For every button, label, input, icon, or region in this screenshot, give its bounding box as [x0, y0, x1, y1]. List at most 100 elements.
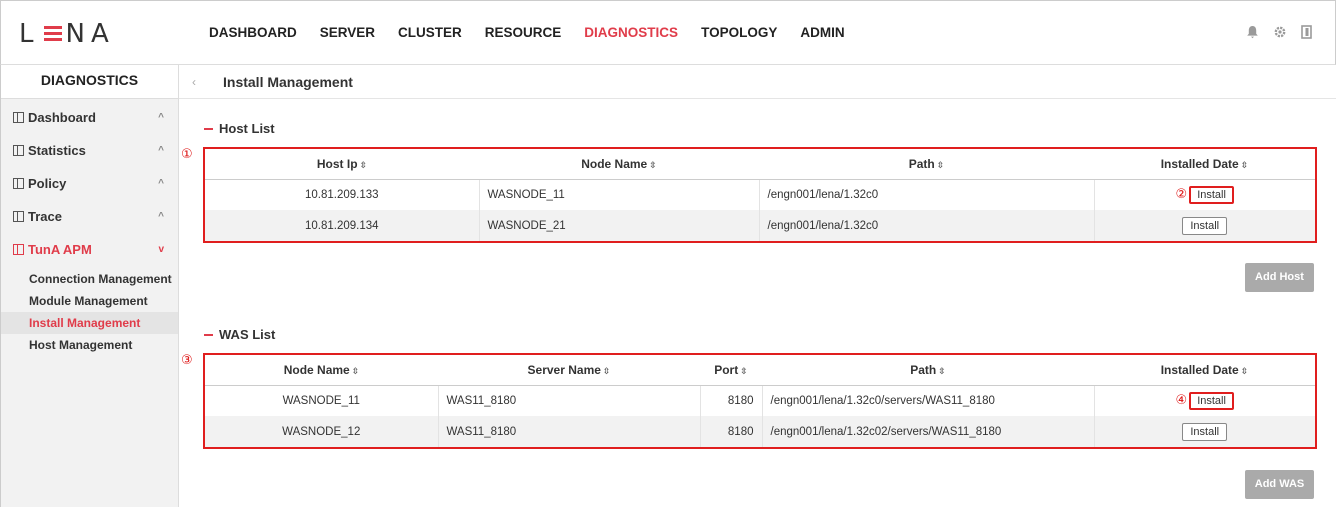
- panel-icon: [13, 211, 24, 222]
- nav-topology[interactable]: TOPOLOGY: [701, 25, 777, 40]
- sidebar-group-statistics[interactable]: Statistics ^: [1, 134, 178, 167]
- chevron-up-icon[interactable]: ^: [158, 211, 164, 222]
- sidebar-group-label: Policy: [28, 176, 67, 191]
- table-row: 10.81.209.133 WASNODE_11 /engn001/lena/1…: [205, 179, 1315, 210]
- sidebar-group-dashboard[interactable]: Dashboard ^: [1, 101, 178, 134]
- cell-path: /engn001/lena/1.32c02/servers/WAS11_8180: [762, 416, 1095, 447]
- install-button[interactable]: Install: [1182, 422, 1228, 441]
- panel-icon: [13, 112, 24, 123]
- install-button[interactable]: Install: [1189, 391, 1234, 410]
- chevron-up-icon[interactable]: ^: [158, 145, 164, 156]
- was-table: Node Name ⇳ Server Name ⇳ Port ⇳ Path ⇳ Inst…: [203, 353, 1317, 449]
- sidebar-group-label: Trace: [28, 209, 62, 224]
- add-was-button[interactable]: Add WAS: [1245, 470, 1314, 499]
- chevron-down-icon[interactable]: v: [158, 244, 164, 255]
- top-bar: L NA DASHBOARD SERVER CLUSTER RESOURCE D…: [0, 0, 1336, 65]
- cell-node-name: WASNODE_21: [479, 210, 760, 241]
- cell-node-name: WASNODE_11: [205, 385, 439, 416]
- table-row: WASNODE_11 WAS11_8180 8180 /engn001/lena…: [205, 385, 1315, 416]
- table-row: WASNODE_12 WAS11_8180 8180 /engn001/lena…: [205, 416, 1315, 447]
- sidebar-title: DIAGNOSTICS: [1, 65, 178, 99]
- col-header-host-ip[interactable]: Host Ip ⇳: [205, 149, 479, 180]
- was-list-title: WAS List: [204, 327, 275, 342]
- sort-icon: ⇳: [649, 159, 657, 170]
- sort-icon: ⇳: [351, 365, 360, 376]
- annotation-marker-1: ①: [181, 147, 193, 162]
- cell-node-name: WASNODE_12: [205, 416, 439, 447]
- bell-icon[interactable]: [1246, 25, 1259, 39]
- breadcrumb: ‹ Install Management: [179, 65, 1336, 99]
- sort-icon: ⇳: [602, 365, 611, 376]
- sidebar-group-policy[interactable]: Policy ^: [1, 167, 178, 200]
- cell-server-name: WAS11_8180: [438, 416, 701, 447]
- sidebar-group-tuna-apm[interactable]: TunA APM v: [1, 233, 178, 266]
- logo-bars-icon: [43, 23, 62, 45]
- sidebar-item-install-management[interactable]: Install Management: [1, 312, 178, 334]
- sort-icon: ⇳: [740, 365, 748, 376]
- col-header-port[interactable]: Port ⇳: [700, 355, 762, 386]
- cell-path: /engn001/lena/1.32c0/servers/WAS11_8180: [762, 385, 1095, 416]
- cell-host-ip: 10.81.209.134: [205, 210, 480, 241]
- sidebar-group-trace[interactable]: Trace ^: [1, 200, 178, 233]
- table-row: 10.81.209.134 WASNODE_21 /engn001/lena/1…: [205, 210, 1315, 241]
- nav-diagnostics[interactable]: DIAGNOSTICS: [584, 25, 678, 40]
- add-host-button[interactable]: Add Host: [1245, 263, 1314, 292]
- logo-letters-na: NA: [65, 19, 115, 49]
- nav-resource[interactable]: RESOURCE: [485, 25, 562, 40]
- col-header-node-name[interactable]: Node Name ⇳: [205, 355, 438, 386]
- top-icons: [1246, 25, 1313, 39]
- annotation-marker-2: ②: [1175, 186, 1188, 202]
- chevron-left-icon[interactable]: ‹: [179, 75, 209, 89]
- main-content: ‹ Install Management Host List ① Host Ip…: [179, 65, 1336, 507]
- chevron-up-icon[interactable]: ^: [158, 112, 164, 123]
- sort-icon: ⇳: [1240, 159, 1249, 170]
- col-header-path[interactable]: Path ⇳: [762, 355, 1094, 386]
- section-dash: [204, 333, 213, 336]
- section-dash: [204, 127, 213, 130]
- host-list-title: Host List: [204, 121, 275, 136]
- sidebar: DIAGNOSTICS Dashboard ^ Statistics ^ Pol…: [0, 65, 179, 507]
- cell-installed-date: Install: [1094, 210, 1315, 241]
- cell-path: /engn001/lena/1.32c0: [759, 179, 1095, 210]
- col-header-server-name[interactable]: Server Name ⇳: [438, 355, 700, 386]
- cell-installed-date: Install: [1094, 416, 1315, 447]
- install-button[interactable]: Install: [1189, 185, 1234, 204]
- col-header-node-name[interactable]: Node Name ⇳: [479, 149, 759, 180]
- nav-dashboard[interactable]: DASHBOARD: [209, 25, 297, 40]
- sidebar-group-label: TunA APM: [28, 242, 92, 257]
- cell-path: /engn001/lena/1.32c0: [759, 210, 1095, 241]
- was-list-label: WAS List: [219, 327, 276, 342]
- lena-logo[interactable]: L NA: [19, 19, 115, 49]
- panel-icon: [13, 244, 24, 255]
- sort-icon: ⇳: [1240, 365, 1249, 376]
- sidebar-group-label: Dashboard: [28, 110, 96, 125]
- cell-host-ip: 10.81.209.133: [205, 179, 480, 210]
- cell-port: 8180: [700, 385, 763, 416]
- annotation-marker-4: ④: [1175, 392, 1188, 408]
- nav-cluster[interactable]: CLUSTER: [398, 25, 462, 40]
- nav-admin[interactable]: ADMIN: [800, 25, 844, 40]
- logo-letter-l: L: [19, 19, 40, 49]
- host-list-label: Host List: [219, 121, 275, 136]
- sort-icon: ⇳: [938, 365, 946, 376]
- gear-icon[interactable]: [1273, 25, 1287, 39]
- cell-port: 8180: [700, 416, 763, 447]
- logout-icon[interactable]: [1301, 25, 1313, 39]
- panel-icon: [13, 145, 24, 156]
- col-header-installed-date[interactable]: Installed Date ⇳: [1094, 355, 1315, 386]
- chevron-up-icon[interactable]: ^: [158, 178, 164, 189]
- col-header-path[interactable]: Path ⇳: [759, 149, 1094, 180]
- sidebar-item-module-management[interactable]: Module Management: [1, 290, 178, 312]
- panel-icon: [13, 178, 24, 189]
- sort-icon: ⇳: [359, 159, 368, 170]
- install-button[interactable]: Install: [1182, 216, 1228, 235]
- cell-node-name: WASNODE_11: [479, 179, 760, 210]
- nav-server[interactable]: SERVER: [320, 25, 375, 40]
- sidebar-group-label: Statistics: [28, 143, 86, 158]
- cell-server-name: WAS11_8180: [438, 385, 701, 416]
- host-table: Host Ip ⇳ Node Name ⇳ Path ⇳ Installed Date…: [203, 147, 1317, 243]
- sidebar-item-host-management[interactable]: Host Management: [1, 334, 178, 356]
- col-header-installed-date[interactable]: Installed Date ⇳: [1094, 149, 1315, 180]
- sidebar-item-connection-management[interactable]: Connection Management: [1, 268, 178, 290]
- page-title: Install Management: [223, 73, 353, 90]
